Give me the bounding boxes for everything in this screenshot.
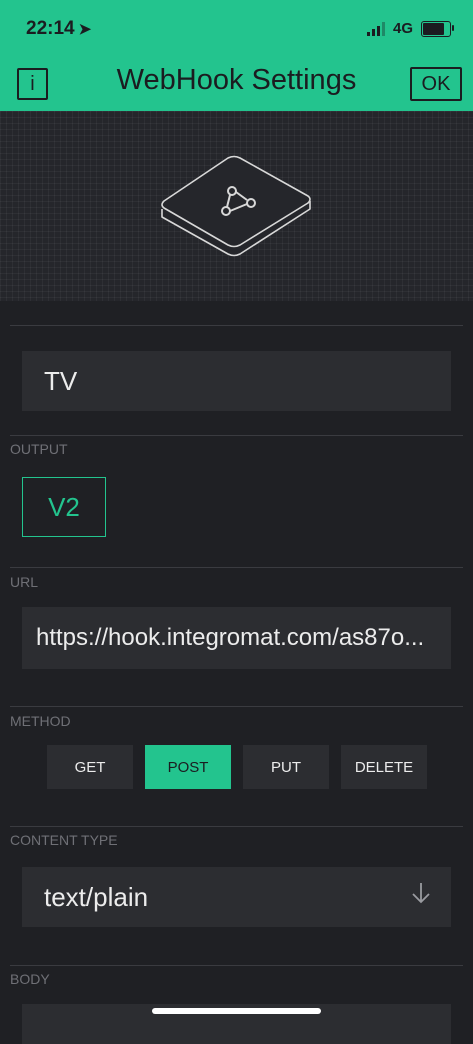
content-type-value: text/plain — [44, 881, 149, 912]
ok-button[interactable]: OK — [410, 67, 462, 101]
body-label: BODY — [10, 971, 50, 987]
status-indicators: 4G — [366, 20, 454, 37]
output-pin-button[interactable]: V2 — [22, 477, 106, 537]
method-post-button[interactable]: POST — [145, 745, 231, 789]
method-selector: GET POST PUT DELETE — [47, 745, 427, 789]
battery-icon — [421, 20, 454, 37]
divider — [10, 706, 463, 707]
widget-name-input[interactable]: TV — [22, 351, 451, 411]
page-title: WebHook Settings — [116, 64, 357, 96]
divider — [10, 826, 463, 827]
arrow-down-icon — [412, 883, 430, 904]
divider — [10, 325, 463, 326]
webhook-icon — [161, 155, 311, 257]
widget-preview — [0, 111, 473, 301]
network-type: 4G — [392, 20, 413, 37]
content-type-label: CONTENT TYPE — [10, 832, 118, 848]
signal-icon — [366, 21, 385, 36]
method-put-button[interactable]: PUT — [243, 745, 329, 789]
divider — [10, 435, 463, 436]
status-time: 22:14 ➤ — [26, 18, 92, 39]
method-label: METHOD — [10, 713, 71, 729]
content-type-select[interactable]: text/plain — [22, 867, 451, 927]
url-label: URL — [10, 574, 39, 590]
output-label: OUTPUT — [10, 441, 68, 457]
method-delete-button[interactable]: DELETE — [341, 745, 427, 789]
location-arrow-icon: ➤ — [78, 21, 92, 38]
home-indicator[interactable] — [152, 1008, 321, 1014]
url-input[interactable]: https://hook.integromat.com/as87o... — [22, 607, 451, 669]
header: 22:14 ➤ 4G i WebHook Settings OK — [0, 0, 473, 111]
divider — [10, 965, 463, 966]
method-get-button[interactable]: GET — [47, 745, 133, 789]
divider — [10, 567, 463, 568]
